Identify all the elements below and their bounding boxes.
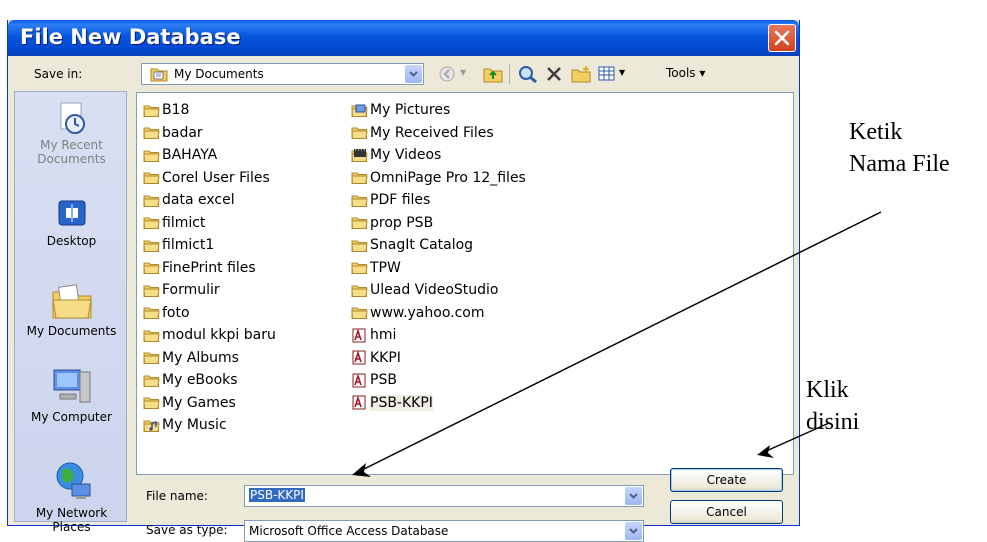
save-as-type-value: Microsoft Office Access Database	[249, 524, 449, 538]
chevron-down-icon	[629, 528, 638, 534]
annotation-arrows	[352, 211, 882, 477]
arrowhead-icon	[757, 445, 774, 458]
arrowhead-icon	[352, 463, 371, 477]
arrow-to-file-name	[357, 211, 882, 473]
arrow-to-create	[763, 422, 830, 453]
